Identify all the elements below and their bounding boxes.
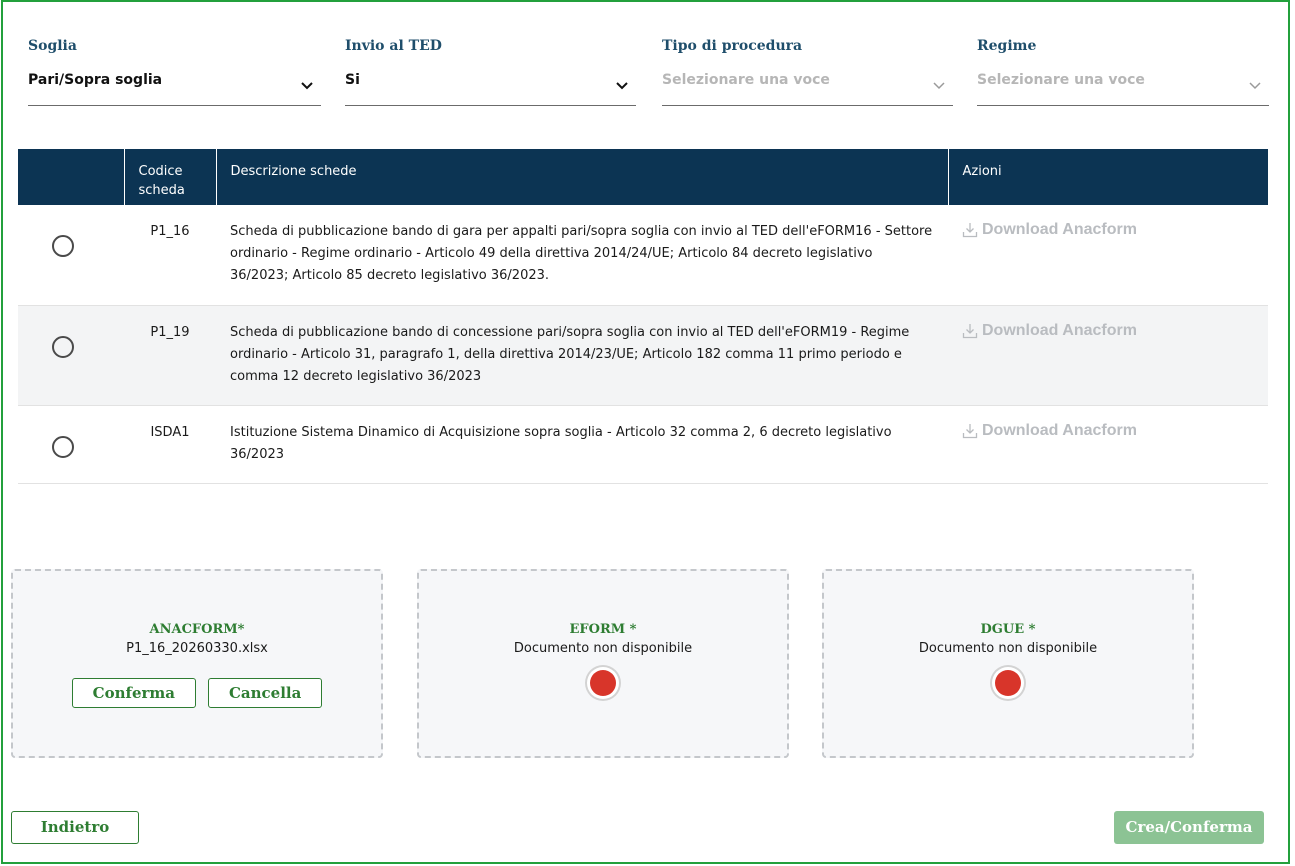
header-select bbox=[18, 149, 125, 205]
row-description: Scheda di pubblicazione bando di concess… bbox=[216, 305, 948, 406]
schede-table: Codice scheda Descrizione schede Azioni … bbox=[18, 149, 1268, 484]
row-code: P1_16 bbox=[124, 205, 216, 306]
row-description: Istituzione Sistema Dinamico di Acquisiz… bbox=[216, 405, 948, 484]
table-row[interactable]: ISDA1 Istituzione Sistema Dinamico di Ac… bbox=[18, 405, 1268, 484]
dgue-card: DGUE * Documento non disponibile bbox=[822, 569, 1194, 758]
eform-card: EFORM * Documento non disponibile bbox=[417, 569, 789, 758]
filter-bar: Soglia Pari/Sopra soglia Invio al TED Si… bbox=[28, 38, 1270, 110]
anacform-card: ANACFORM* P1_16_20260330.xlsx Conferma C… bbox=[11, 569, 383, 758]
filter-soglia-label: Soglia bbox=[28, 38, 77, 54]
chevron-down-icon bbox=[1249, 82, 1261, 90]
crea-conferma-button[interactable]: Crea/Conferma bbox=[1114, 811, 1264, 844]
header-codice-scheda: Codice scheda bbox=[124, 149, 217, 205]
download-icon bbox=[962, 223, 978, 238]
status-unavailable-icon bbox=[590, 670, 616, 696]
row-actions: Download Anacform bbox=[948, 405, 1268, 484]
filter-invio-ted: Invio al TED Si bbox=[345, 38, 636, 106]
row-select-cell bbox=[18, 305, 124, 406]
conferma-button[interactable]: Conferma bbox=[71, 678, 196, 708]
cancella-button[interactable]: Cancella bbox=[207, 678, 323, 708]
indietro-button[interactable]: Indietro bbox=[11, 811, 139, 844]
row-actions: Download Anacform bbox=[948, 305, 1268, 406]
table-row[interactable]: P1_19 Scheda di pubblicazione bando di c… bbox=[18, 305, 1268, 406]
tipo-procedura-select[interactable]: Selezionare una voce bbox=[662, 72, 953, 106]
eform-status-text: Documento non disponibile bbox=[513, 641, 693, 656]
invio-ted-select-value: Si bbox=[345, 72, 360, 88]
chevron-down-icon bbox=[301, 82, 313, 90]
row-code: ISDA1 bbox=[124, 405, 216, 484]
header-code-line2: scheda bbox=[138, 183, 185, 198]
header-code-line1: Codice bbox=[138, 164, 183, 179]
tipo-procedura-placeholder: Selezionare una voce bbox=[662, 72, 830, 88]
row-radio[interactable] bbox=[52, 435, 74, 458]
download-anacform-button[interactable]: Download Anacform bbox=[962, 219, 1254, 241]
row-radio[interactable] bbox=[52, 235, 74, 257]
soglia-select-value: Pari/Sopra soglia bbox=[28, 72, 163, 88]
row-description: Scheda di pubblicazione bando di gara pe… bbox=[216, 205, 948, 306]
filter-soglia: Soglia Pari/Sopra soglia bbox=[28, 38, 321, 106]
table-row[interactable]: P1_16 Scheda di pubblicazione bando di g… bbox=[18, 205, 1268, 306]
eform-title: EFORM * bbox=[569, 622, 637, 637]
filter-tipo-procedura: Tipo di procedura Selezionare una voce bbox=[662, 38, 953, 106]
regime-placeholder: Selezionare una voce bbox=[977, 72, 1145, 88]
filter-tipo-procedura-label: Tipo di procedura bbox=[662, 38, 803, 54]
anacform-title: ANACFORM* bbox=[149, 622, 245, 637]
download-label: Download Anacform bbox=[982, 321, 1137, 339]
download-icon bbox=[962, 323, 978, 338]
regime-select[interactable]: Selezionare una voce bbox=[977, 72, 1269, 106]
download-icon bbox=[962, 423, 978, 438]
filter-invio-ted-label: Invio al TED bbox=[345, 38, 442, 54]
download-anacform-button[interactable]: Download Anacform bbox=[962, 320, 1254, 342]
chevron-down-icon bbox=[933, 82, 945, 90]
filter-regime-label: Regime bbox=[977, 38, 1037, 54]
filter-regime: Regime Selezionare una voce bbox=[977, 38, 1269, 106]
header-azioni: Azioni bbox=[948, 149, 1268, 205]
dgue-status-text: Documento non disponibile bbox=[918, 641, 1098, 656]
table-header-row: Codice scheda Descrizione schede Azioni bbox=[18, 149, 1268, 205]
row-code: P1_19 bbox=[124, 305, 216, 406]
status-unavailable-icon bbox=[995, 670, 1021, 696]
row-select-cell bbox=[18, 205, 124, 306]
soglia-select[interactable]: Pari/Sopra soglia bbox=[28, 72, 321, 106]
anacform-file-name: P1_16_20260330.xlsx bbox=[126, 641, 268, 656]
row-select-cell bbox=[18, 405, 124, 484]
row-actions: Download Anacform bbox=[948, 205, 1268, 306]
download-anacform-button[interactable]: Download Anacform bbox=[962, 420, 1254, 442]
anacform-actions: Conferma Cancella bbox=[13, 678, 381, 708]
download-label: Download Anacform bbox=[982, 221, 1137, 238]
download-label: Download Anacform bbox=[982, 421, 1137, 439]
dgue-title: DGUE * bbox=[980, 622, 1036, 637]
invio-ted-select[interactable]: Si bbox=[345, 72, 636, 106]
header-descrizione: Descrizione schede bbox=[216, 149, 949, 205]
chevron-down-icon bbox=[616, 82, 628, 90]
row-radio[interactable] bbox=[52, 335, 74, 358]
